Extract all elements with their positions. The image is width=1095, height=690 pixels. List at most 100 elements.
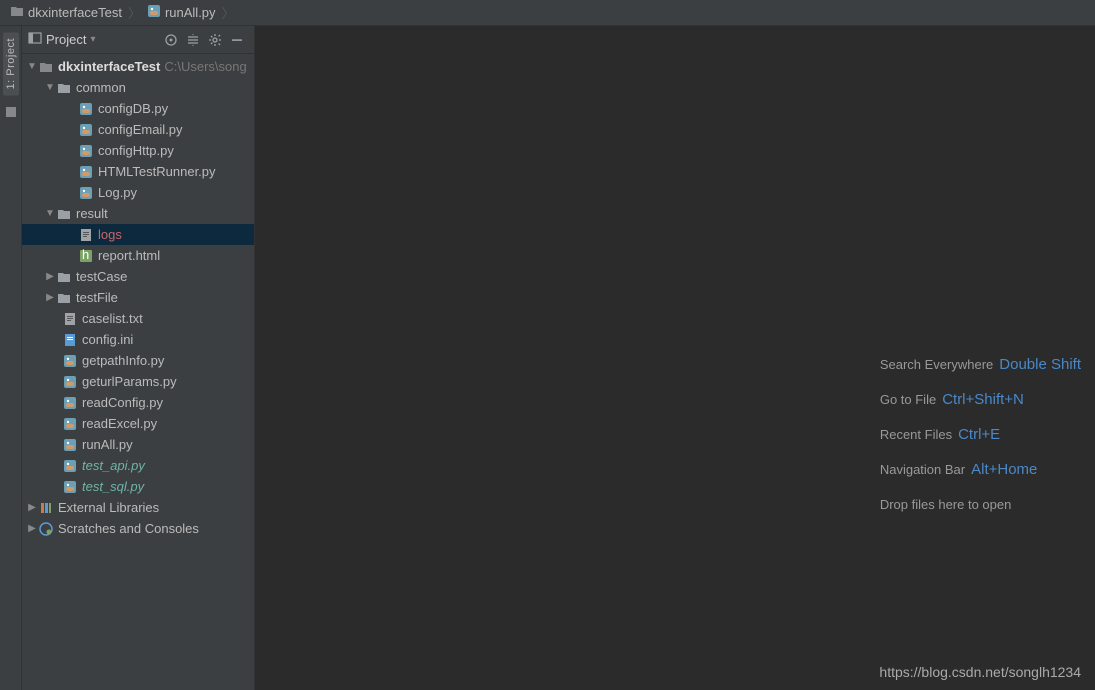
chevron-down-icon[interactable]: ▾	[90, 34, 95, 45]
tree-label: configEmail.py	[98, 122, 183, 137]
python-icon	[78, 185, 94, 201]
panel-title[interactable]: Project	[46, 32, 86, 47]
hint-shortcut: Ctrl+Shift+N	[942, 391, 1024, 408]
python-icon	[78, 143, 94, 159]
chevron-right-icon: 〉	[220, 3, 237, 22]
tree-label: configHttp.py	[98, 143, 174, 158]
python-icon	[62, 395, 78, 411]
tree-label: Log.py	[98, 185, 137, 200]
tree-label: logs	[98, 227, 122, 242]
structure-icon[interactable]	[4, 105, 18, 122]
python-icon	[62, 479, 78, 495]
hint-row: Search Everywhere Double Shift	[880, 356, 1081, 373]
hint-label: Navigation Bar	[880, 462, 965, 477]
editor-empty-area[interactable]: Search Everywhere Double Shift Go to File…	[255, 26, 1095, 690]
project-sidebar: Project ▾ ▼ dkxinterfaceTest C:\Users\so…	[22, 26, 255, 690]
folder-icon	[56, 80, 72, 96]
tree-file[interactable]: readExcel.py	[22, 413, 254, 434]
tree-label: testFile	[76, 290, 118, 305]
folder-icon	[56, 269, 72, 285]
breadcrumb-file[interactable]: runAll.py	[143, 4, 220, 21]
tree-file[interactable]: readConfig.py	[22, 392, 254, 413]
tree-label: configDB.py	[98, 101, 168, 116]
hint-row: Navigation Bar Alt+Home	[880, 461, 1038, 478]
chevron-right-icon[interactable]: ▶	[26, 523, 38, 534]
tree-folder-testfile[interactable]: ▶ testFile	[22, 287, 254, 308]
gear-icon[interactable]	[208, 33, 222, 47]
scratch-icon	[38, 521, 54, 537]
tool-window-stripe: 1: Project	[0, 26, 22, 690]
chevron-down-icon[interactable]: ▼	[26, 61, 38, 72]
tree-label: Scratches and Consoles	[58, 521, 199, 536]
breadcrumb: dkxinterfaceTest 〉 runAll.py 〉	[0, 0, 1095, 26]
tree-file-report[interactable]: report.html	[22, 245, 254, 266]
python-icon	[62, 458, 78, 474]
text-icon	[62, 311, 78, 327]
editor-hints: Search Everywhere Double Shift Go to File…	[880, 356, 1081, 513]
watermark: https://blog.csdn.net/songlh1234	[879, 664, 1081, 680]
hint-shortcut: Ctrl+E	[958, 426, 1000, 443]
locate-icon[interactable]	[164, 33, 178, 47]
hint-label: Drop files here to open	[880, 497, 1012, 512]
tree-label: HTMLTestRunner.py	[98, 164, 216, 179]
python-icon	[78, 101, 94, 117]
tree-label: readConfig.py	[82, 395, 163, 410]
tree-label: test_api.py	[82, 458, 145, 473]
tree-file[interactable]: HTMLTestRunner.py	[22, 161, 254, 182]
chevron-down-icon[interactable]: ▼	[44, 82, 56, 93]
python-icon	[62, 416, 78, 432]
hint-row: Go to File Ctrl+Shift+N	[880, 391, 1024, 408]
tree-label: geturlParams.py	[82, 374, 177, 389]
hint-label: Go to File	[880, 392, 936, 407]
project-tree[interactable]: ▼ dkxinterfaceTest C:\Users\song ▼ commo…	[22, 54, 254, 690]
project-panel-header: Project ▾	[22, 26, 254, 54]
hint-shortcut: Double Shift	[999, 356, 1081, 373]
hint-shortcut: Alt+Home	[971, 461, 1037, 478]
tree-file-logs[interactable]: logs	[22, 224, 254, 245]
python-icon	[78, 164, 94, 180]
tree-root-label: dkxinterfaceTest	[58, 59, 160, 74]
tree-label: getpathInfo.py	[82, 353, 164, 368]
folder-icon	[38, 59, 54, 75]
tree-folder-testcase[interactable]: ▶ testCase	[22, 266, 254, 287]
hint-row: Drop files here to open	[880, 496, 1012, 513]
tree-file[interactable]: getpathInfo.py	[22, 350, 254, 371]
python-icon	[62, 374, 78, 390]
chevron-right-icon: 〉	[126, 3, 143, 22]
ini-icon	[62, 332, 78, 348]
tree-scratches[interactable]: ▶ Scratches and Consoles	[22, 518, 254, 539]
chevron-down-icon[interactable]: ▼	[44, 208, 56, 219]
tree-folder-common[interactable]: ▼ common	[22, 77, 254, 98]
chevron-right-icon[interactable]: ▶	[26, 502, 38, 513]
tree-label: common	[76, 80, 126, 95]
tree-file[interactable]: Log.py	[22, 182, 254, 203]
tree-external-libraries[interactable]: ▶ External Libraries	[22, 497, 254, 518]
tree-file[interactable]: test_sql.py	[22, 476, 254, 497]
tree-file[interactable]: geturlParams.py	[22, 371, 254, 392]
breadcrumb-root[interactable]: dkxinterfaceTest	[6, 4, 126, 21]
hint-label: Search Everywhere	[880, 357, 993, 372]
hint-label: Recent Files	[880, 427, 952, 442]
tree-label: testCase	[76, 269, 127, 284]
collapse-all-icon[interactable]	[186, 33, 200, 47]
tree-file[interactable]: runAll.py	[22, 434, 254, 455]
tree-file[interactable]: configDB.py	[22, 98, 254, 119]
tree-file[interactable]: configEmail.py	[22, 119, 254, 140]
tree-folder-result[interactable]: ▼ result	[22, 203, 254, 224]
python-icon	[62, 437, 78, 453]
hide-icon[interactable]	[230, 33, 244, 47]
chevron-right-icon[interactable]: ▶	[44, 292, 56, 303]
tree-file[interactable]: test_api.py	[22, 455, 254, 476]
tree-label: report.html	[98, 248, 160, 263]
tree-file[interactable]: config.ini	[22, 329, 254, 350]
tree-label: runAll.py	[82, 437, 133, 452]
chevron-right-icon[interactable]: ▶	[44, 271, 56, 282]
breadcrumb-file-label: runAll.py	[165, 5, 216, 20]
tree-file[interactable]: configHttp.py	[22, 140, 254, 161]
breadcrumb-root-label: dkxinterfaceTest	[28, 5, 122, 20]
tree-root-path: C:\Users\song	[164, 59, 246, 74]
tree-label: config.ini	[82, 332, 133, 347]
tree-root[interactable]: ▼ dkxinterfaceTest C:\Users\song	[22, 56, 254, 77]
project-tool-tab[interactable]: 1: Project	[3, 32, 19, 95]
tree-file[interactable]: caselist.txt	[22, 308, 254, 329]
